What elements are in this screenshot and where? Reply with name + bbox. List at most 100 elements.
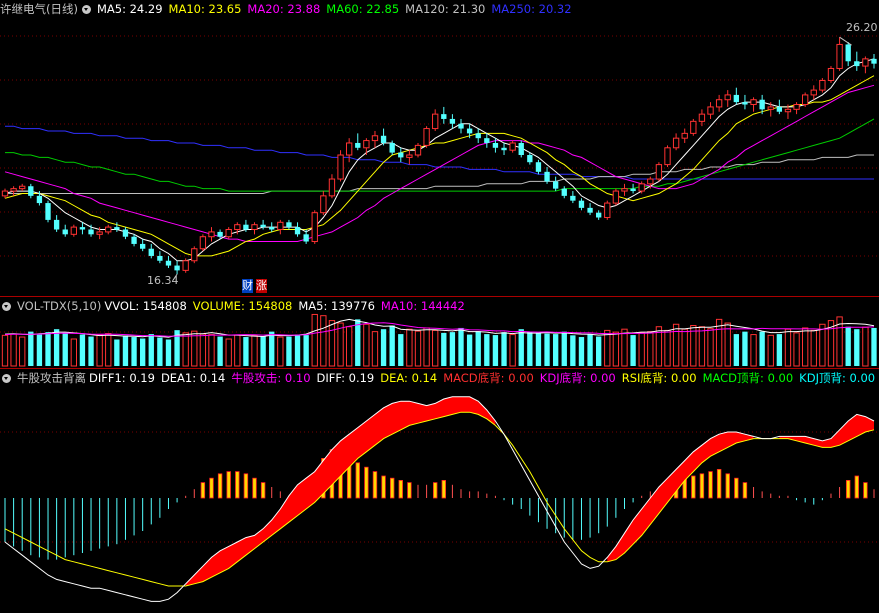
candle-body	[587, 207, 593, 213]
candle-body	[690, 120, 697, 134]
volume-bar	[784, 328, 792, 367]
candle-body	[604, 202, 611, 218]
candle-body	[165, 260, 172, 266]
candle-body	[596, 212, 602, 218]
macd-bar	[252, 477, 257, 499]
volume-bar	[767, 334, 774, 367]
candle-body	[131, 236, 137, 244]
candle-body	[105, 226, 112, 233]
candle-body	[724, 94, 731, 101]
macd-bar	[742, 482, 748, 499]
candle-body	[466, 128, 473, 134]
candle-body	[672, 137, 680, 149]
candle-body	[114, 227, 120, 230]
candle-body	[406, 154, 413, 158]
candle-body	[518, 142, 524, 155]
candle-body	[286, 222, 292, 228]
candle-body	[544, 171, 550, 182]
stock-chart-window: { "price_panel": { "title": "许继电气(日线)", …	[0, 0, 879, 613]
candle-body	[45, 203, 51, 220]
volume-bar	[182, 332, 189, 367]
candle-body	[854, 61, 860, 67]
volume-bar	[819, 323, 826, 367]
candle-body	[836, 43, 843, 69]
candle-body	[328, 178, 336, 197]
volume-bar	[621, 328, 628, 367]
candle-body	[570, 195, 576, 201]
candle-body	[10, 188, 17, 192]
candle-body	[148, 248, 154, 256]
volume-bar	[587, 334, 593, 366]
candle-body	[871, 58, 877, 64]
candle-body	[655, 164, 663, 180]
volume-bar	[148, 334, 154, 366]
candle-body	[707, 106, 714, 115]
candle-body	[845, 44, 851, 62]
volume-bar	[672, 323, 680, 367]
volume-bar	[70, 338, 77, 367]
candle-body	[182, 260, 189, 271]
volume-bar	[527, 331, 533, 366]
macd-bar	[217, 473, 223, 499]
volume-bar	[466, 334, 473, 366]
volume-bar	[724, 322, 731, 367]
volume-bar	[449, 332, 456, 366]
candle-body	[79, 227, 86, 230]
candle-body	[251, 224, 258, 231]
volume-bar	[681, 328, 688, 367]
volume-bar	[871, 327, 877, 366]
candle-body	[638, 183, 645, 192]
volume-bar	[630, 335, 636, 366]
volume-bar	[1, 334, 9, 367]
volume-bar	[596, 336, 602, 366]
volume-bar	[337, 322, 344, 367]
volume-bar	[96, 334, 103, 367]
macd-bar	[725, 473, 730, 499]
volume-bar	[28, 331, 34, 366]
volume-bar	[776, 334, 783, 366]
volume-bar	[114, 339, 120, 366]
macd-bar	[699, 473, 705, 499]
volume-bar	[484, 334, 490, 366]
ma250-line	[5, 125, 874, 180]
candle-body	[802, 94, 809, 106]
candle-body	[776, 106, 783, 112]
candle-body	[784, 108, 792, 113]
finance-badge[interactable]: 财	[242, 279, 253, 293]
macd-bar	[863, 482, 868, 499]
candle-body	[260, 224, 266, 228]
candle-body	[715, 99, 723, 108]
volume-bar	[458, 327, 464, 366]
volume-bar	[733, 334, 740, 366]
candle-body	[458, 123, 464, 129]
candle-body	[19, 185, 26, 190]
candle-body	[225, 229, 232, 238]
volume-bar	[105, 333, 112, 367]
macd-bar	[691, 475, 696, 499]
volume-bar	[518, 329, 524, 366]
macd-bar	[432, 482, 438, 499]
volume-bar	[638, 332, 645, 367]
macd-bar	[355, 462, 360, 499]
candle-body	[492, 142, 499, 148]
limit-up-badge[interactable]: 涨	[256, 279, 267, 293]
candle-body	[174, 265, 180, 271]
volume-bar	[286, 336, 292, 366]
volume-bar	[79, 334, 86, 366]
candle-body	[750, 99, 757, 106]
chart-canvas[interactable]	[0, 0, 879, 613]
candle-body	[36, 195, 43, 204]
macd-bar	[441, 479, 447, 499]
volume-bar	[612, 331, 620, 367]
volume-bar	[501, 332, 507, 366]
macd-bar	[734, 477, 739, 499]
candle-body	[243, 224, 249, 230]
volume-bar	[10, 333, 17, 367]
diff-line	[4, 396, 875, 602]
candle-body	[827, 67, 835, 81]
volume-bar	[707, 328, 714, 367]
bull-attack-ribbon	[779, 414, 874, 448]
volume-bar	[810, 329, 817, 367]
volume-bar	[53, 329, 60, 366]
volume-bar	[217, 336, 223, 366]
